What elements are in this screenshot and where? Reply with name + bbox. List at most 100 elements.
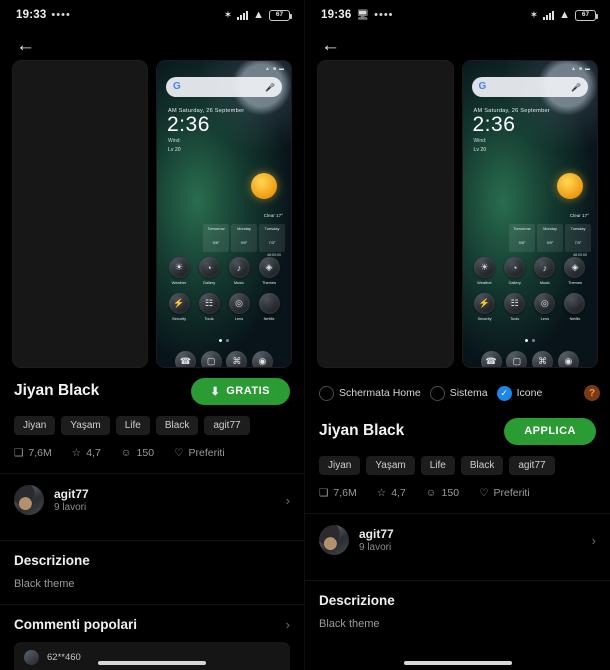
- app-tools: ☷ Tools: [196, 293, 222, 321]
- app-label: Lens: [540, 316, 550, 321]
- author-row[interactable]: agit77 9 lavori ›: [305, 514, 610, 566]
- download-button[interactable]: ⬇ GRATIS: [190, 377, 290, 405]
- stat-rating: ☆ 4,7: [72, 447, 101, 459]
- forecast-temp: 9/9°: [546, 241, 554, 245]
- gallery-icon: ◔: [504, 257, 526, 278]
- chevron-right-icon: ›: [285, 492, 290, 508]
- checkbox-unchecked-icon[interactable]: [429, 385, 445, 401]
- app-row: ☀ Weather ◔ Gallery ♪ Music ◈ Themes: [166, 257, 282, 285]
- signal-bars-icon: [237, 10, 249, 20]
- music-icon: ♪: [228, 257, 250, 278]
- stat-value: 150: [441, 487, 460, 499]
- forecast-day-label: Tomorrow: [513, 226, 531, 231]
- option-icone[interactable]: ✓ Icone: [496, 385, 542, 401]
- app-weather: ☀ Weather: [166, 257, 192, 285]
- security-icon: ⚡: [474, 293, 495, 314]
- help-icon[interactable]: ?: [584, 385, 600, 401]
- sun-icon: [557, 173, 583, 199]
- forecast-day: Tomorrow 9/8°: [203, 224, 229, 252]
- comments-header[interactable]: Commenti popolari ›: [14, 617, 290, 632]
- apply-button[interactable]: APPLICA: [504, 417, 596, 445]
- battery-icon: 67: [575, 9, 598, 21]
- mock-clock: 2:36: [167, 113, 210, 136]
- tag-chip[interactable]: Jiyan: [319, 456, 361, 475]
- back-arrow-icon[interactable]: ←: [321, 36, 340, 55]
- preview-thumbnail-blank[interactable]: [317, 60, 454, 368]
- stat-value: 4,7: [391, 487, 406, 499]
- comments-section: Commenti popolari ›: [0, 605, 304, 632]
- forecast-day: Tuesday 7/3°: [259, 224, 285, 252]
- tools-icon: ☷: [198, 293, 220, 314]
- description-title: Descrizione: [14, 553, 90, 568]
- tag-chip[interactable]: agit77: [204, 416, 250, 435]
- mock-clock: 2:36: [472, 113, 516, 136]
- tag-chip[interactable]: Life: [420, 456, 455, 475]
- microphone-icon: 🎤: [571, 82, 581, 92]
- mock-clear-label: Clear 17°: [263, 213, 283, 218]
- stat-value: 7,6M: [28, 447, 52, 459]
- camera-icon: ◉: [557, 351, 579, 367]
- mock-search-bar: G 🎤: [471, 77, 588, 97]
- page-title: Jiyan Black: [319, 422, 405, 439]
- preview-gallery: ▲ ■ ▬ G 🎤 AM Saturday, 26 September 2:36 W…: [305, 60, 610, 370]
- app-security: ⚡ Security: [472, 293, 498, 321]
- option-schermata-home[interactable]: Schermata Home: [319, 385, 421, 401]
- size-icon: ❑: [319, 487, 329, 499]
- comment-preview-item[interactable]: 62**460: [14, 642, 290, 670]
- avatar: [319, 525, 349, 555]
- size-icon: ❑: [14, 447, 24, 459]
- forecast-temp: 7/3°: [574, 241, 582, 245]
- mock-wind-label: Wind:: [168, 138, 181, 145]
- nav-bar: ←: [305, 30, 610, 60]
- tag-list: Jiyan Yaşam Life Black agit77: [305, 452, 610, 475]
- tag-chip[interactable]: Black: [155, 416, 199, 435]
- stat-comments[interactable]: ☺ 150: [426, 487, 459, 499]
- notification-dots-icon: ••••: [51, 8, 71, 21]
- battery-level: 67: [275, 10, 284, 18]
- favorite-button[interactable]: ♡ Preferiti: [479, 487, 530, 499]
- netflix-icon: [258, 293, 280, 314]
- back-arrow-icon[interactable]: ←: [16, 36, 35, 55]
- app-netflix: Netflix: [562, 293, 588, 321]
- tools-icon: ☷: [504, 293, 526, 314]
- author-works: 9 lavori: [359, 542, 392, 553]
- checkbox-unchecked-icon[interactable]: [319, 385, 334, 401]
- apply-options-bar: Schermata Home Sistema ✓ Icone ?: [305, 376, 610, 410]
- heart-icon: ♡: [479, 487, 489, 499]
- app-label: Gallery: [202, 280, 216, 285]
- tag-chip[interactable]: Yaşam: [61, 416, 110, 435]
- bluetooth-icon: ✶: [223, 9, 233, 21]
- app-gallery: ◔ Gallery: [196, 257, 222, 285]
- preview-thumbnail-home[interactable]: ▲ ■ ▬ G 🎤 AM Saturday, 26 September 2:36 W…: [461, 60, 598, 368]
- tag-chip[interactable]: Life: [115, 416, 150, 435]
- stat-value: Preferiti: [188, 447, 225, 459]
- stat-comments[interactable]: ☺ 150: [121, 447, 154, 459]
- browser-icon: ⌘: [226, 351, 248, 367]
- wifi-icon: ▲: [559, 9, 570, 21]
- gallery-icon: ◔: [198, 257, 220, 278]
- comment-icon: ☺: [120, 447, 132, 459]
- favorite-button[interactable]: ♡ Preferiti: [174, 447, 225, 459]
- tag-list: Jiyan Yaşam Life Black agit77: [0, 412, 304, 435]
- camera-icon: ◉: [251, 351, 273, 367]
- stats-row: ❑ 7,6M ☆ 4,7 ☺ 150 ♡ Preferiti: [0, 435, 304, 459]
- author-row[interactable]: agit77 9 lavori ›: [0, 474, 304, 526]
- nav-bar: ←: [0, 30, 304, 60]
- option-sistema[interactable]: Sistema: [429, 385, 488, 401]
- app-label: Themes: [261, 280, 277, 285]
- checkbox-checked-icon[interactable]: ✓: [496, 385, 512, 401]
- page-indicator: [472, 329, 589, 347]
- stat-rating: ☆ 4,7: [377, 487, 406, 499]
- home-screen-mock: ▲ ■ ▬ G 🎤 AM Saturday, 26 September 2:36 W…: [157, 61, 291, 367]
- preview-thumbnail-home[interactable]: ▲ ■ ▬ G 🎤 AM Saturday, 26 September 2:36 W…: [156, 60, 292, 368]
- status-bar-left: 19:36 🖥 ••••: [321, 9, 394, 21]
- preview-gallery: ▲ ■ ▬ G 🎤 AM Saturday, 26 September 2:36 W…: [0, 60, 304, 370]
- tag-chip[interactable]: Jiyan: [14, 416, 56, 435]
- preview-thumbnail-blank[interactable]: [12, 60, 148, 368]
- page-title: Jiyan Black: [14, 382, 100, 399]
- tag-chip[interactable]: Black: [460, 456, 504, 475]
- tag-chip[interactable]: agit77: [509, 456, 555, 475]
- forecast-day-label: Tomorrow: [207, 226, 225, 231]
- forecast-day-label: Monday: [237, 226, 251, 231]
- tag-chip[interactable]: Yaşam: [366, 456, 415, 475]
